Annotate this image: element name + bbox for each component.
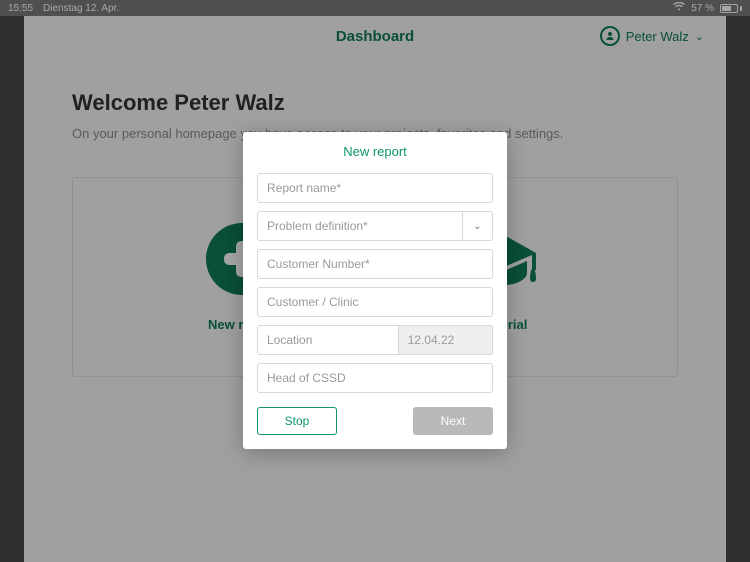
problem-definition-select[interactable]	[257, 211, 463, 241]
new-report-modal: New report ⌄ 12.04.22 Stop Next	[243, 132, 507, 449]
stop-button[interactable]: Stop	[257, 407, 337, 435]
next-button[interactable]: Next	[413, 407, 493, 435]
modal-title: New report	[257, 144, 493, 159]
date-readonly: 12.04.22	[399, 325, 493, 355]
location-input[interactable]	[257, 325, 399, 355]
customer-number-input[interactable]	[257, 249, 493, 279]
chevron-down-icon: ⌄	[473, 221, 481, 232]
problem-definition-dropdown-button[interactable]: ⌄	[463, 211, 493, 241]
head-of-cssd-input[interactable]	[257, 363, 493, 393]
customer-clinic-input[interactable]	[257, 287, 493, 317]
report-name-input[interactable]	[257, 173, 493, 203]
